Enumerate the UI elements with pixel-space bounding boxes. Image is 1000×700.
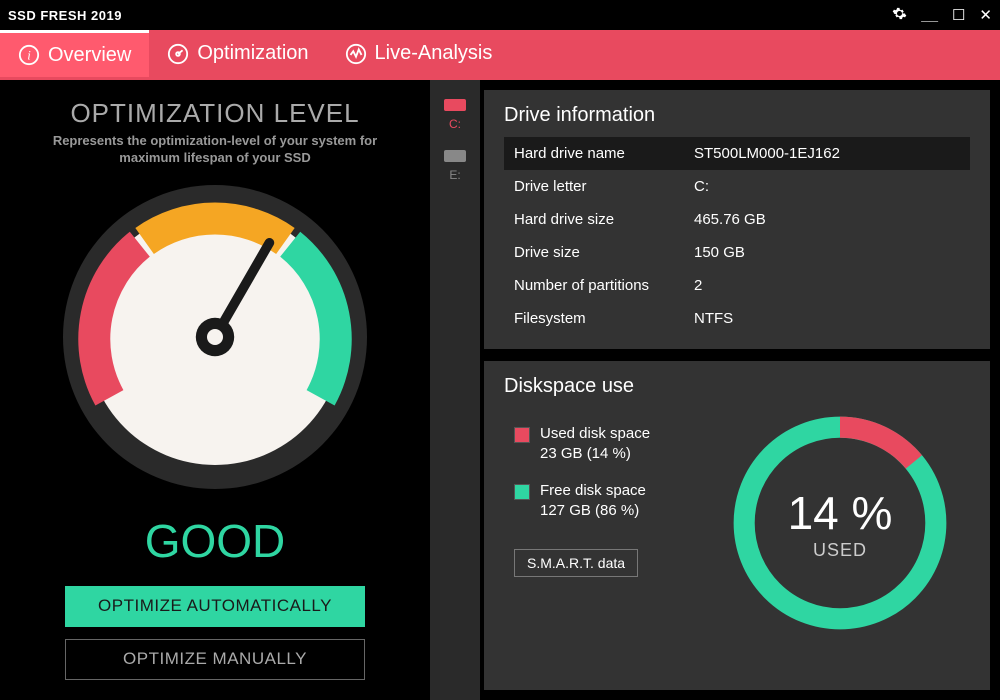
drive-selector: C: E:	[430, 80, 480, 700]
info-value: 150 GB	[694, 244, 745, 261]
info-row: Number of partitions2	[504, 269, 970, 302]
titlebar: SSD FRESH 2019 __ ☐ ✕	[0, 0, 1000, 30]
info-table: Hard drive nameST500LM000-1EJ162Drive le…	[504, 137, 970, 335]
drive-letter: E:	[449, 168, 460, 182]
settings-icon[interactable]	[892, 6, 907, 25]
drive-information-card: Drive information Hard drive nameST500LM…	[484, 90, 990, 349]
card-title: Drive information	[504, 104, 970, 127]
tabbar: i Overview Optimization Live-Analysis	[0, 30, 1000, 80]
legend-free-detail: 127 GB (86 %)	[540, 501, 646, 521]
info-value: 2	[694, 277, 702, 294]
optimization-subtitle: Represents the optimization-level of you…	[30, 133, 400, 167]
info-value: ST500LM000-1EJ162	[694, 145, 840, 162]
smart-data-button[interactable]: S.M.A.R.T. data	[514, 549, 638, 577]
drive-icon	[443, 147, 467, 165]
info-label: Hard drive size	[514, 211, 694, 228]
right-panel: Drive information Hard drive nameST500LM…	[480, 80, 1000, 700]
info-row: Drive letterC:	[504, 170, 970, 203]
optimization-panel: OPTIMIZATION LEVEL Represents the optimi…	[0, 80, 430, 700]
tab-label: Live-Analysis	[375, 42, 493, 65]
titlebar-controls: __ ☐ ✕	[892, 6, 992, 25]
info-label: Drive size	[514, 244, 694, 261]
gauge-icon	[55, 177, 375, 502]
info-value: C:	[694, 178, 709, 195]
optimize-manually-button[interactable]: OPTIMIZE MANUALLY	[65, 639, 365, 680]
window-title: SSD FRESH 2019	[8, 8, 122, 23]
info-row: Hard drive nameST500LM000-1EJ162	[504, 137, 970, 170]
minimize-icon[interactable]: __	[921, 7, 938, 24]
swatch-free-icon	[514, 484, 530, 500]
tab-overview[interactable]: i Overview	[0, 30, 149, 77]
legend-free: Free disk space 127 GB (86 %)	[514, 481, 710, 522]
donut-label: 14 % USED	[788, 486, 893, 561]
info-row: Drive size150 GB	[504, 236, 970, 269]
tab-label: Overview	[48, 44, 131, 67]
diskspace-donut: 14 % USED	[710, 408, 970, 638]
optimization-status: GOOD	[145, 514, 286, 568]
info-label: Hard drive name	[514, 145, 694, 162]
svg-text:i: i	[27, 49, 31, 63]
tab-live-analysis[interactable]: Live-Analysis	[327, 30, 511, 77]
diskspace-legend: Used disk space 23 GB (14 %) Free disk s…	[504, 408, 710, 638]
drive-item-c[interactable]: C:	[443, 90, 467, 137]
tab-label: Optimization	[197, 42, 308, 65]
diskspace-card: Diskspace use Used disk space 23 GB (14 …	[484, 361, 990, 690]
card-title: Diskspace use	[504, 375, 970, 398]
legend-used: Used disk space 23 GB (14 %)	[514, 424, 710, 465]
info-value: NTFS	[694, 310, 733, 327]
swatch-used-icon	[514, 427, 530, 443]
optimize-automatically-button[interactable]: OPTIMIZE AUTOMATICALLY	[65, 586, 365, 627]
info-label: Filesystem	[514, 310, 694, 327]
drive-item-e[interactable]: E:	[443, 141, 467, 188]
tab-optimization[interactable]: Optimization	[149, 30, 326, 77]
close-icon[interactable]: ✕	[979, 6, 992, 24]
info-label: Number of partitions	[514, 277, 694, 294]
info-value: 465.76 GB	[694, 211, 766, 228]
info-label: Drive letter	[514, 178, 694, 195]
info-row: Hard drive size465.76 GB	[504, 203, 970, 236]
optimization-title: OPTIMIZATION LEVEL	[70, 98, 359, 129]
legend-used-label: Used disk space	[540, 424, 650, 444]
content: OPTIMIZATION LEVEL Represents the optimi…	[0, 80, 1000, 700]
donut-sub: USED	[788, 540, 893, 561]
info-row: FilesystemNTFS	[504, 302, 970, 335]
legend-free-label: Free disk space	[540, 481, 646, 501]
drive-letter: C:	[449, 117, 461, 131]
donut-percent: 14 %	[788, 486, 893, 540]
legend-used-detail: 23 GB (14 %)	[540, 444, 650, 464]
drive-icon	[443, 96, 467, 114]
maximize-icon[interactable]: ☐	[952, 6, 965, 24]
